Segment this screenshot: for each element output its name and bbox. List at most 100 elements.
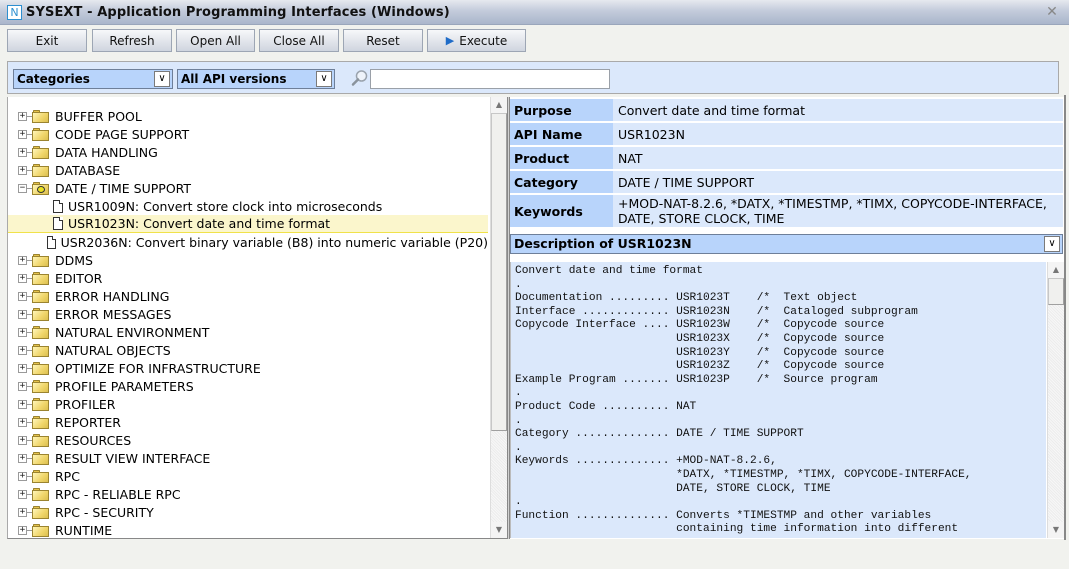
description-line: Documentation ......... USR1023T /* Text… bbox=[515, 292, 858, 305]
tree-api-item[interactable]: USR1009N: Convert store clock into micro… bbox=[8, 197, 488, 215]
play-icon: ▶ bbox=[445, 34, 455, 47]
expand-icon[interactable]: + bbox=[18, 111, 27, 121]
version-select[interactable]: All API versions ∨ bbox=[177, 69, 335, 89]
collapse-icon[interactable]: − bbox=[18, 183, 27, 193]
expand-icon[interactable]: + bbox=[18, 489, 27, 499]
description-line: Category .............. DATE / TIME SUPP… bbox=[515, 428, 804, 441]
property-row-api-name: API Name USR1023N bbox=[510, 123, 1063, 145]
description-line: Product Code .......... NAT bbox=[515, 401, 697, 413]
expand-icon[interactable]: + bbox=[18, 525, 27, 535]
description-line: Copycode Interface .... USR1023W /* Copy… bbox=[515, 319, 885, 332]
property-row-keywords: Keywords +MOD-NAT-8.2.6, *DATX, *TIMESTM… bbox=[510, 195, 1063, 227]
tree-item-label: BUFFER POOL bbox=[55, 108, 142, 124]
expand-icon[interactable]: + bbox=[18, 147, 27, 157]
description-text: Convert date and time format. Documentati… bbox=[510, 262, 1046, 538]
folder-icon bbox=[32, 451, 49, 465]
scroll-down-icon[interactable]: ▼ bbox=[1048, 522, 1064, 538]
close-x-icon[interactable]: ✕ bbox=[1045, 5, 1059, 19]
exit-button[interactable]: Exit bbox=[7, 29, 87, 52]
view-select[interactable]: Categories ∨ bbox=[13, 69, 173, 89]
folder-icon bbox=[32, 469, 49, 483]
scroll-down-icon[interactable]: ▼ bbox=[491, 522, 507, 538]
tree-api-item[interactable]: USR1023N: Convert date and time format bbox=[8, 215, 488, 233]
property-value: USR1023N bbox=[618, 126, 685, 142]
category-tree: + BUFFER POOL + CODE PAGE SUPPORT + DATA HAND… bbox=[7, 97, 507, 539]
tree-folder-item[interactable]: + PROFILER bbox=[8, 395, 488, 413]
search-icon[interactable] bbox=[351, 69, 369, 87]
expand-icon[interactable]: + bbox=[18, 471, 27, 481]
property-row-purpose: Purpose Convert date and time format bbox=[510, 99, 1063, 121]
tree-folder-item[interactable]: + ERROR HANDLING bbox=[8, 287, 488, 305]
description-section-header[interactable]: Description of USR1023N ∨ bbox=[510, 234, 1063, 254]
close-all-button[interactable]: Close All bbox=[259, 29, 339, 52]
tree-folder-item[interactable]: + REPORTER bbox=[8, 413, 488, 431]
tree-folder-item[interactable]: + PROFILE PARAMETERS bbox=[8, 377, 488, 395]
expand-icon[interactable]: + bbox=[18, 273, 27, 283]
tree-item-label: USR2036N: Convert binary variable (B8) i… bbox=[60, 234, 488, 250]
scroll-up-icon[interactable]: ▲ bbox=[1048, 262, 1064, 278]
open-all-button[interactable]: Open All bbox=[176, 29, 255, 52]
expand-icon[interactable]: + bbox=[18, 381, 27, 391]
refresh-button[interactable]: Refresh bbox=[92, 29, 172, 52]
chevron-down-icon[interactable]: ∨ bbox=[154, 71, 170, 87]
tree-folder-item[interactable]: + DATA HANDLING bbox=[8, 143, 488, 161]
tree-folder-item[interactable]: + NATURAL ENVIRONMENT bbox=[8, 323, 488, 341]
description-scrollbar-thumb[interactable] bbox=[1048, 278, 1064, 305]
chevron-down-icon[interactable]: ∨ bbox=[1044, 236, 1060, 252]
description-scrollbar[interactable]: ▲ ▼ bbox=[1047, 262, 1064, 538]
tree-folder-item[interactable]: + RPC - SECURITY bbox=[8, 503, 488, 521]
expand-icon[interactable]: + bbox=[18, 255, 27, 265]
tree-folder-item[interactable]: + NATURAL OBJECTS bbox=[8, 341, 488, 359]
expand-icon[interactable]: + bbox=[18, 165, 27, 175]
tree-folder-item[interactable]: − DATE / TIME SUPPORT bbox=[8, 179, 488, 197]
tree-folder-item[interactable]: + ERROR MESSAGES bbox=[8, 305, 488, 323]
tree-folder-item[interactable]: + CODE PAGE SUPPORT bbox=[8, 125, 488, 143]
folder-icon bbox=[32, 271, 49, 285]
execute-button-label: Execute bbox=[459, 33, 508, 48]
app-logo-icon: N bbox=[7, 4, 22, 20]
tree-folder-item[interactable]: + DDMS bbox=[8, 251, 488, 269]
folder-icon bbox=[32, 325, 49, 339]
tree-item-label: RPC bbox=[55, 468, 80, 484]
tree-folder-item[interactable]: + EDITOR bbox=[8, 269, 488, 287]
expand-icon[interactable]: + bbox=[18, 327, 27, 337]
expand-icon[interactable]: + bbox=[18, 435, 27, 445]
tree-folder-item[interactable]: + OPTIMIZE FOR INFRASTRUCTURE bbox=[8, 359, 488, 377]
search-input[interactable] bbox=[370, 69, 610, 89]
expand-icon[interactable]: + bbox=[18, 363, 27, 373]
description-line: DATE, STORE CLOCK, TIME bbox=[515, 482, 831, 495]
tree-folder-item[interactable]: + RPC - RELIABLE RPC bbox=[8, 485, 488, 503]
chevron-down-icon[interactable]: ∨ bbox=[316, 71, 332, 87]
refresh-button-label: Refresh bbox=[109, 33, 155, 48]
tree-folder-item[interactable]: + BUFFER POOL bbox=[8, 107, 488, 125]
tree-api-item[interactable]: USR2036N: Convert binary variable (B8) i… bbox=[8, 233, 488, 251]
property-value: NAT bbox=[618, 150, 643, 166]
expand-icon[interactable]: + bbox=[18, 129, 27, 139]
tree-folder-item[interactable]: + RPC bbox=[8, 467, 488, 485]
expand-icon[interactable]: + bbox=[18, 309, 27, 319]
tree-scrollbar[interactable]: ▲ ▼ bbox=[490, 97, 507, 538]
folder-open-icon bbox=[32, 181, 49, 195]
expand-icon[interactable]: + bbox=[18, 345, 27, 355]
execute-button[interactable]: ▶ Execute bbox=[427, 29, 526, 52]
folder-icon bbox=[32, 343, 49, 357]
tree-scrollbar-thumb[interactable] bbox=[491, 113, 507, 431]
tree-item-label: USR1023N: Convert date and time format bbox=[68, 216, 331, 231]
tree-folder-item[interactable]: + DATABASE bbox=[8, 161, 488, 179]
expand-icon[interactable]: + bbox=[18, 417, 27, 427]
tree-folder-item[interactable]: + RESULT VIEW INTERFACE bbox=[8, 449, 488, 467]
tree-folder-item[interactable]: + RESOURCES bbox=[8, 431, 488, 449]
property-row-product: Product NAT bbox=[510, 147, 1063, 169]
scroll-up-icon[interactable]: ▲ bbox=[491, 97, 507, 113]
property-label: Product bbox=[510, 147, 613, 169]
reset-button[interactable]: Reset bbox=[343, 29, 423, 52]
expand-icon[interactable]: + bbox=[18, 291, 27, 301]
expand-icon[interactable]: + bbox=[18, 453, 27, 463]
expand-icon[interactable]: + bbox=[18, 399, 27, 409]
tree-item-label: EDITOR bbox=[55, 270, 103, 286]
folder-icon bbox=[32, 163, 49, 177]
folder-icon bbox=[32, 361, 49, 375]
tree-folder-item[interactable]: + RUNTIME bbox=[8, 521, 488, 538]
expand-icon[interactable]: + bbox=[18, 507, 27, 517]
status-bar bbox=[7, 540, 1066, 568]
